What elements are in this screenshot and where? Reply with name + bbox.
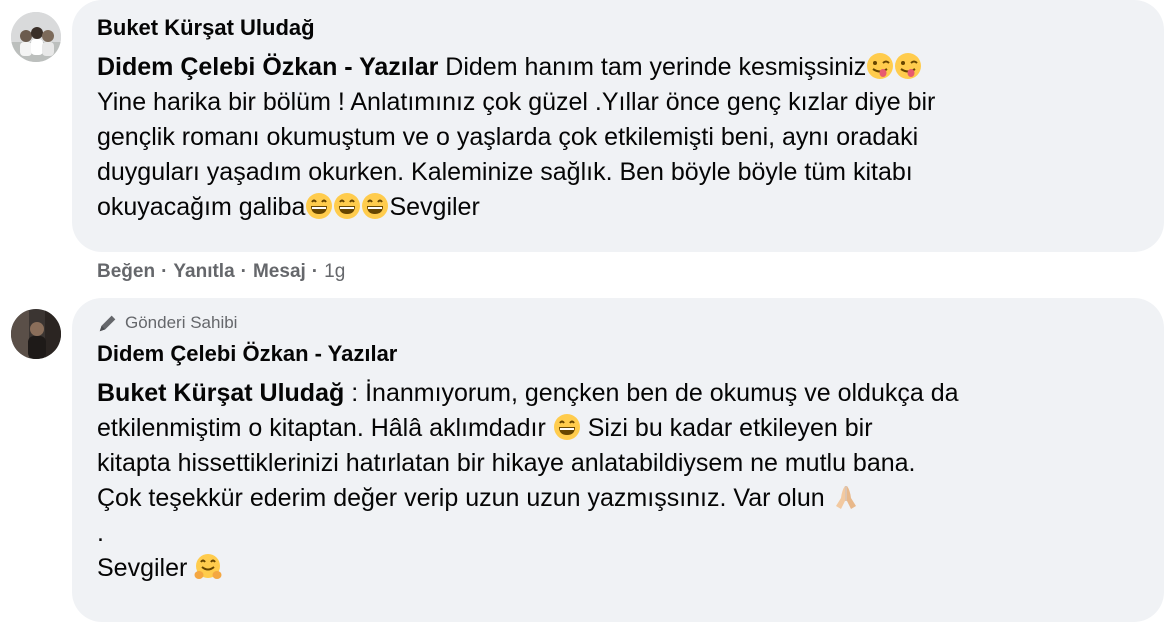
- mention-link[interactable]: Didem Çelebi Özkan - Yazılar: [97, 53, 438, 81]
- comment-author[interactable]: Didem Çelebi Özkan - Yazılar: [97, 340, 1140, 368]
- message-button[interactable]: Mesaj: [253, 261, 306, 282]
- comment-text: Buket Kürşat Uludağ : İnanmıyorum, gençk…: [97, 376, 1140, 586]
- comment-bubble: Gönderi Sahibi Didem Çelebi Özkan - Yazı…: [72, 298, 1164, 622]
- avatar[interactable]: [11, 12, 61, 62]
- comment-actions: Beğen · Yanıtla · Mesaj · 1g: [97, 260, 345, 284]
- comment-timestamp[interactable]: 1g: [324, 261, 345, 282]
- comment-line: Çok teşekkür ederim değer verip uzun uzu…: [97, 484, 832, 512]
- avatar-photo: [11, 12, 61, 62]
- comment-line: .: [97, 519, 104, 547]
- reply-button[interactable]: Yanıtla: [173, 261, 234, 282]
- comment-text: Didem Çelebi Özkan - Yazılar Didem hanım…: [97, 50, 1140, 225]
- avatar-photo: [11, 309, 61, 359]
- avatar[interactable]: [11, 309, 61, 359]
- comment-author[interactable]: Buket Kürşat Uludağ: [97, 14, 1140, 42]
- comment-bubble: Buket Kürşat Uludağ Didem Çelebi Özkan -…: [72, 0, 1164, 252]
- like-button[interactable]: Beğen: [97, 261, 155, 282]
- separator-dot: ·: [311, 261, 319, 282]
- badge-label: Gönderi Sahibi: [125, 313, 238, 332]
- winking-tongue-emoji-icon: [894, 52, 922, 80]
- comment-text-segment: : İnanmıyorum, gençken ben de okumuş ve …: [344, 379, 959, 407]
- grinning-emoji-icon: [553, 413, 581, 441]
- comment-line: duyguları yaşadım okurken. Kaleminize sa…: [97, 158, 913, 186]
- hugging-face-emoji-icon: [194, 553, 222, 581]
- comment-line: Sevgiler: [97, 554, 195, 582]
- pen-icon: [99, 315, 116, 332]
- comment-line: Sevgiler: [389, 193, 480, 221]
- comment-text-segment: Didem hanım tam yerinde kesmişsiniz: [438, 53, 867, 81]
- winking-tongue-emoji-icon: [866, 52, 894, 80]
- comment-line: Yine harika bir bölüm ! Anlatımınız çok …: [97, 88, 936, 116]
- separator-dot: ·: [240, 261, 247, 282]
- grinning-emoji-icon: [361, 192, 389, 220]
- comment-line: gençlik romanı okumuştum ve o yaşlarda ç…: [97, 123, 919, 151]
- folded-hands-emoji-icon: [832, 483, 860, 511]
- post-owner-badge: Gönderi Sahibi: [97, 312, 1140, 334]
- separator-dot: ·: [161, 261, 168, 282]
- grinning-emoji-icon: [305, 192, 333, 220]
- comment-line: etkilenmiştim o kitaptan. Hâlâ aklımdadı…: [97, 414, 553, 442]
- comment-line: kitapta hissettiklerinizi hatırlatan bir…: [97, 449, 916, 477]
- mention-link[interactable]: Buket Kürşat Uludağ: [97, 379, 344, 407]
- comment-line: Sizi bu kadar etkileyen bir: [580, 414, 873, 442]
- grinning-emoji-icon: [333, 192, 361, 220]
- comment-line: okuyacağım galiba: [97, 193, 306, 221]
